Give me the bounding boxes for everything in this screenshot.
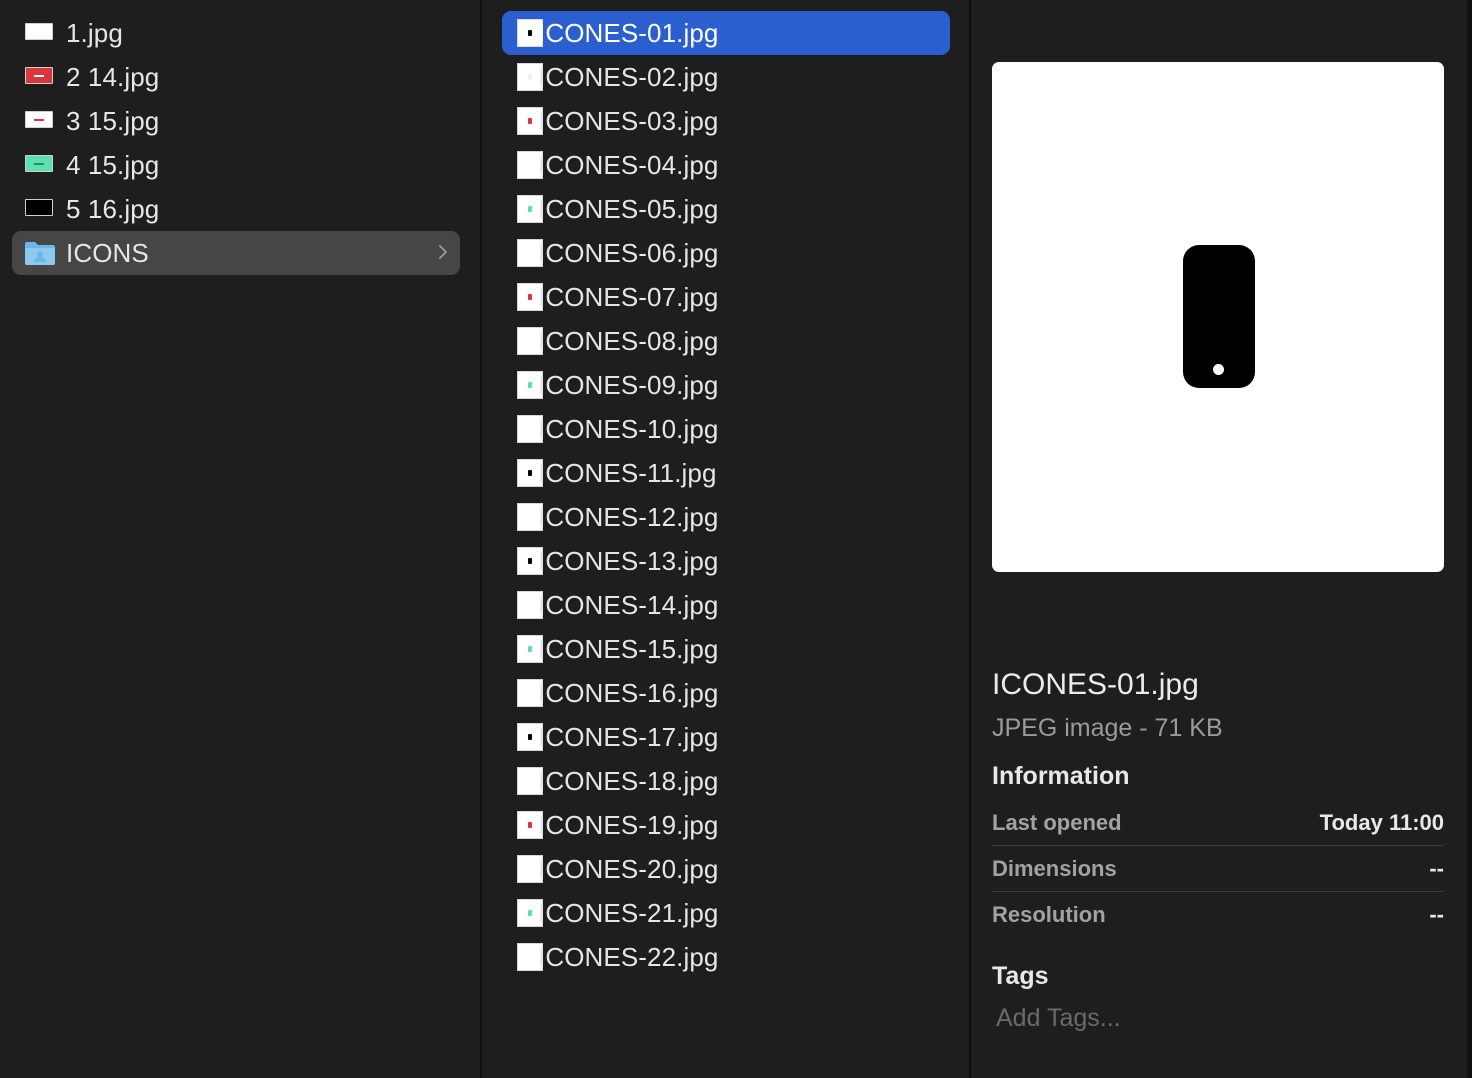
row-label: ICONES-20.jpg [538,853,719,884]
row-label: ICONES-19.jpg [538,809,719,840]
row-label: ICONES-07.jpg [538,281,719,312]
file-row[interactable]: ICONES-16.jpg [502,671,950,715]
file-row[interactable]: ICONES-18.jpg [502,759,950,803]
row-label: ICONES-13.jpg [538,545,719,576]
phone-home-button [1213,364,1224,375]
row-label: 2 14.jpg [66,61,160,92]
file-row[interactable]: ICONES-04.jpg [502,143,950,187]
row-label: 5 16.jpg [66,193,160,224]
preview-image [992,62,1444,572]
file-row[interactable]: ICONES-17.jpg [502,715,950,759]
preview-file-name: ICONES-01.jpg [992,668,1199,701]
file-row[interactable]: ICONES-07.jpg [502,275,950,319]
info-value: -- [1429,902,1444,927]
row-label: ICONES-10.jpg [538,413,719,444]
row-label: 3 15.jpg [66,105,160,136]
image-thumbnail-icon [25,23,53,40]
row-label: ICONES-22.jpg [538,941,719,972]
row-label: ICONES-17.jpg [538,721,719,752]
file-row[interactable]: 2 14.jpg [12,55,460,99]
window-edge [1467,0,1472,1078]
info-row-dimensions: Dimensions -- [992,846,1444,892]
image-thumbnail-icon [25,199,53,216]
info-key: Resolution [992,902,1106,927]
file-row[interactable]: 5 16.jpg [12,187,460,231]
row-label: ICONES-06.jpg [538,237,719,268]
file-row[interactable]: ICONES-10.jpg [502,407,950,451]
row-label: ICONES-21.jpg [538,897,719,928]
file-row[interactable]: ICONES-11.jpg [502,451,950,495]
info-value: -- [1429,856,1444,881]
chevron-right-icon [439,245,447,259]
preview-pane: ICONES-01.jpg JPEG image - 71 KB Informa… [971,0,1472,1078]
file-row[interactable]: ICONES-09.jpg [502,363,950,407]
image-thumbnail-icon [25,155,53,172]
row-label: ICONES-15.jpg [538,633,719,664]
file-row[interactable]: ICONES-22.jpg [502,935,950,979]
info-key: Dimensions [992,856,1117,881]
info-value: Today 11:00 [1319,810,1444,835]
row-label: ICONES-14.jpg [538,589,719,620]
file-row[interactable]: ICONES-14.jpg [502,583,950,627]
info-row-resolution: Resolution -- [992,892,1444,938]
smartphone-icon [1183,245,1255,388]
info-key: Last opened [992,810,1122,835]
row-label: ICONES-12.jpg [538,501,719,532]
row-label: ICONES-16.jpg [538,677,719,708]
file-row[interactable]: ICONES-08.jpg [502,319,950,363]
parent-folder-column: 1.jpg 2 14.jpg 3 15.jpg 4 15.jpg 5 16.jpg ICO… [0,0,482,1078]
file-row[interactable]: ICONES-13.jpg [502,539,950,583]
image-thumbnail-icon [25,111,53,128]
file-row[interactable]: ICONES-15.jpg [502,627,950,671]
file-row[interactable]: 4 15.jpg [12,143,460,187]
file-row[interactable]: ICONES-05.jpg [502,187,950,231]
information-heading: Information [992,762,1130,790]
row-label: ICONES-03.jpg [538,105,719,136]
file-row[interactable]: ICONES-12.jpg [502,495,950,539]
info-row-last-opened: Last opened Today 11:00 [992,800,1444,846]
row-label: ICONS [66,237,149,268]
folder-icon [25,242,55,265]
row-label: ICONES-04.jpg [538,149,719,180]
row-label: ICONES-09.jpg [538,369,719,400]
file-row[interactable]: ICONES-20.jpg [502,847,950,891]
add-tags-field[interactable]: Add Tags... [996,1004,1396,1033]
row-label: ICONES-02.jpg [538,61,719,92]
file-row[interactable]: ICONES-19.jpg [502,803,950,847]
row-label: ICONES-11.jpg [538,457,717,488]
file-row[interactable]: ICONES-21.jpg [502,891,950,935]
file-row[interactable]: 3 15.jpg [12,99,460,143]
file-row[interactable]: ICONES-03.jpg [502,99,950,143]
row-label: ICONES-05.jpg [538,193,719,224]
row-label: ICONES-01.jpg [538,17,719,48]
preview-file-kind-size: JPEG image - 71 KB [992,714,1223,742]
tags-heading: Tags [992,962,1049,990]
row-label: ICONES-18.jpg [538,765,719,796]
file-row[interactable]: ICONES-01.jpg [502,11,950,55]
file-row[interactable]: 1.jpg [12,11,460,55]
folder-row-icons[interactable]: ICONS [12,231,460,275]
image-thumbnail-icon [25,67,53,84]
file-row[interactable]: ICONES-02.jpg [502,55,950,99]
row-label: ICONES-08.jpg [538,325,719,356]
row-label: 1.jpg [66,17,123,48]
row-label: 4 15.jpg [66,149,160,180]
files-column: ICONES-01.jpg ICONES-02.jpg ICONES-03.jpg I… [482,0,971,1078]
file-row[interactable]: ICONES-06.jpg [502,231,950,275]
